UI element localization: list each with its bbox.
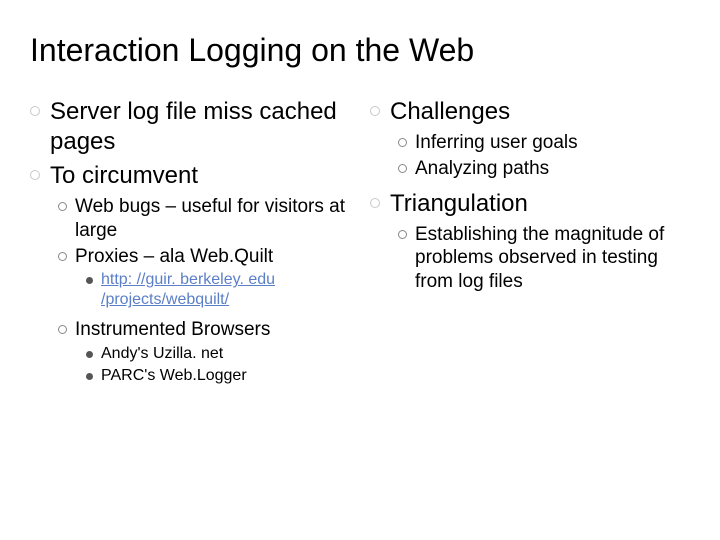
list-item: http: //guir. berkeley. edu /projects/we… [86,270,350,310]
list-item: To circumvent [30,161,350,191]
circle-icon [58,252,67,261]
bullet-text: Challenges [390,97,510,127]
content-columns: Server log file miss cached pages To cir… [30,97,690,388]
bullet-text: Instrumented Browsers [75,318,270,342]
circle-icon [58,202,67,211]
list-item: Proxies – ala Web.Quilt [58,245,350,269]
list-item: Inferring user goals [398,131,690,155]
disc-icon [86,351,93,358]
bullet-text: Andy's Uzilla. net [101,344,223,364]
bullet-icon [30,170,40,180]
circle-icon [398,230,407,239]
bullet-text: Web bugs – useful for visitors at large [75,195,350,243]
bullet-icon [30,106,40,116]
bullet-text: Proxies – ala Web.Quilt [75,245,273,269]
list-item: Triangulation [370,189,690,219]
list-item: Instrumented Browsers [58,318,350,342]
disc-icon [86,373,93,380]
bullet-text: Triangulation [390,189,528,219]
list-item: Andy's Uzilla. net [86,344,350,364]
bullet-text: To circumvent [50,161,198,191]
circle-icon [398,164,407,173]
list-item: Analyzing paths [398,157,690,181]
slide-title: Interaction Logging on the Web [30,32,690,69]
list-item: Establishing the magnitude of problems o… [398,223,690,294]
list-item: Challenges [370,97,690,127]
left-column: Server log file miss cached pages To cir… [30,97,350,388]
circle-icon [398,138,407,147]
bullet-text: PARC's Web.Logger [101,366,247,386]
list-item: Web bugs – useful for visitors at large [58,195,350,243]
bullet-text: Inferring user goals [415,131,578,155]
bullet-icon [370,198,380,208]
link-text[interactable]: http: //guir. berkeley. edu /projects/we… [101,270,350,310]
circle-icon [58,325,67,334]
bullet-text: Server log file miss cached pages [50,97,350,157]
bullet-icon [370,106,380,116]
disc-icon [86,277,93,284]
bullet-text: Establishing the magnitude of problems o… [415,223,690,294]
list-item: PARC's Web.Logger [86,366,350,386]
right-column: Challenges Inferring user goals Analyzin… [370,97,690,388]
list-item: Server log file miss cached pages [30,97,350,157]
bullet-text: Analyzing paths [415,157,549,181]
